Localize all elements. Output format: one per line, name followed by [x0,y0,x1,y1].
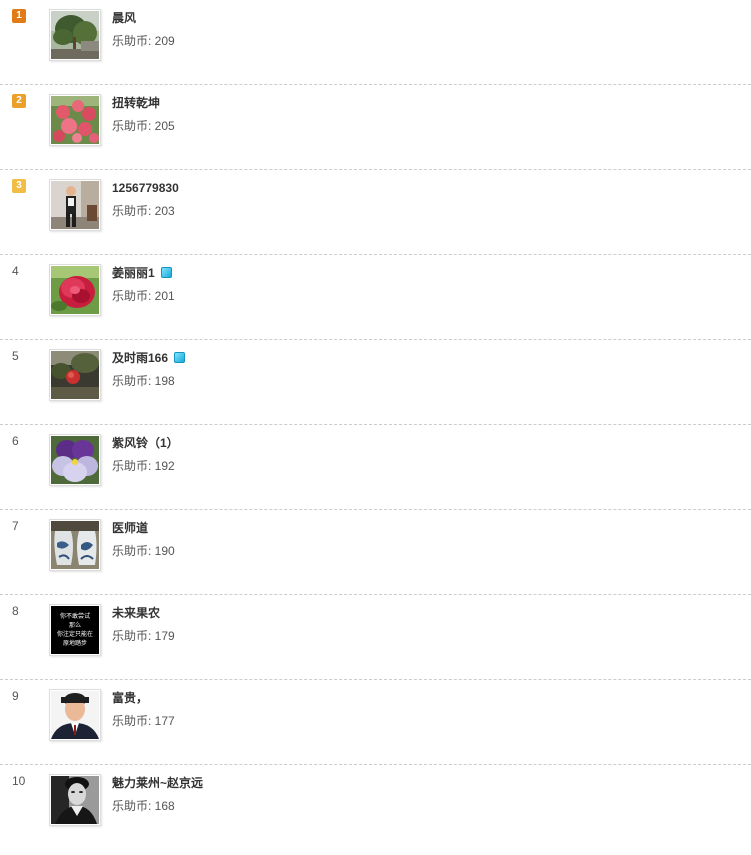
coin-value: 209 [154,34,175,48]
rank-number: 9 [12,689,19,703]
avatar-text-line: 你注定只能在 [56,631,93,638]
text-card-icon: 你不敢尝试 那么 你注定只能在 原地踏步 [51,606,99,654]
user-name: 紫风铃（1） [112,436,179,450]
avatar[interactable] [49,689,101,741]
list-item: 9 富贵， 乐助币: 177 [0,680,751,765]
coin-label: 乐助币: [112,289,155,303]
coin-count: 乐助币: 190 [112,543,175,559]
avatar[interactable] [49,179,101,231]
portrait-photo-icon [51,691,99,739]
coin-label: 乐助币: [112,714,155,728]
coin-value: 179 [154,629,175,643]
avatar[interactable] [49,774,101,826]
pansy-photo-icon [51,436,99,484]
coin-value: 201 [154,289,175,303]
user-name-link[interactable]: 紫风铃（1） [112,435,179,451]
user-name: 医师道 [112,521,149,535]
list-item: 3 1256779830 乐助币: 203 [0,170,751,255]
avatar-text-line: 那么 [68,622,81,629]
coin-count: 乐助币: 198 [112,373,175,389]
coin-count: 乐助币: 203 [112,203,175,219]
list-item: 4 姜丽丽1 乐助币: 201 [0,255,751,340]
user-name: 富贵， [112,691,149,705]
rank-badge: 1 [12,9,26,23]
user-name-link[interactable]: 医师道 [112,520,148,536]
user-name-link[interactable]: 魅力莱州~赵京远 [112,775,203,791]
list-item: 10 魅力莱州~赵京远 乐助币: 168 [0,765,751,850]
user-name-link[interactable]: 1256779830 [112,180,179,196]
list-item: 7 医师道 乐助币: 190 [0,510,751,595]
avatar[interactable] [49,264,101,316]
vases-photo-icon [51,521,99,569]
coin-count: 乐助币: 192 [112,458,175,474]
rank-number: 10 [12,774,26,788]
red-flower-photo-icon [51,266,99,314]
avatar-text-line: 原地踏步 [62,640,87,647]
coin-value: 177 [154,714,175,728]
user-name-link[interactable]: 姜丽丽1 [112,265,172,281]
coin-value: 190 [154,544,175,558]
tree-photo-icon [51,11,99,59]
list-item: 5 及时雨166 乐助币: 198 [0,340,751,425]
list-item: 1 晨风 乐助币: 209 [0,0,751,85]
avatar[interactable] [49,9,101,61]
coin-label: 乐助币: [112,629,155,643]
avatar[interactable] [49,94,101,146]
user-name: 及时雨166 [112,351,169,365]
coin-count: 乐助币: 177 [112,713,175,729]
list-item: 8 你不敢尝试 那么 你注定只能在 原地踏步 未来果农 乐助币: 179 [0,595,751,680]
avatar[interactable] [49,349,101,401]
coin-label: 乐助币: [112,204,155,218]
rank-number: 8 [12,604,19,618]
user-name-link[interactable]: 扭转乾坤 [112,95,160,111]
leaderboard-list: 1 晨风 乐助币: 209 2 扭转乾坤 乐助币: 205 3 12567798… [0,0,751,850]
coin-label: 乐助币: [112,544,155,558]
user-name-link[interactable]: 晨风 [112,10,136,26]
coin-value: 168 [154,799,175,813]
coin-value: 192 [154,459,175,473]
coin-value: 198 [154,374,175,388]
user-name-link[interactable]: 及时雨166 [112,350,186,366]
coin-count: 乐助币: 179 [112,628,175,644]
rank-badge: 3 [12,179,26,193]
rank-number: 7 [12,519,19,533]
avatar-text-line: 你不敢尝试 [59,613,90,620]
coin-value: 203 [154,204,175,218]
pomegranate-photo-icon [51,351,99,399]
peaches-photo-icon [51,96,99,144]
coin-count: 乐助币: 205 [112,118,175,134]
coin-label: 乐助币: [112,119,155,133]
avatar[interactable] [49,519,101,571]
coin-label: 乐助币: [112,374,155,388]
list-item: 2 扭转乾坤 乐助币: 205 [0,85,751,170]
vip-badge-icon [160,267,172,279]
man-photo-icon [51,181,99,229]
user-name-link[interactable]: 未来果农 [112,605,160,621]
coin-label: 乐助币: [112,34,155,48]
vip-badge-icon [174,352,186,364]
coin-count: 乐助币: 201 [112,288,175,304]
coin-count: 乐助币: 168 [112,798,175,814]
coin-label: 乐助币: [112,459,155,473]
user-name: 姜丽丽1 [112,266,155,280]
rank-badge: 2 [12,94,26,108]
user-name: 魅力莱州~赵京远 [112,776,204,790]
list-item: 6 紫风铃（1） 乐助币: 192 [0,425,751,510]
user-name: 未来果农 [112,606,161,620]
coin-count: 乐助币: 209 [112,33,175,49]
coin-value: 205 [154,119,175,133]
user-name: 晨风 [112,11,137,25]
rank-number: 5 [12,349,19,363]
avatar[interactable] [49,434,101,486]
coin-label: 乐助币: [112,799,155,813]
user-name: 扭转乾坤 [112,96,161,110]
bw-portrait-photo-icon [51,776,99,824]
rank-number: 4 [12,264,19,278]
user-name-link[interactable]: 富贵， [112,690,148,706]
user-name: 1256779830 [112,181,179,195]
rank-number: 6 [12,434,19,448]
avatar[interactable]: 你不敢尝试 那么 你注定只能在 原地踏步 [49,604,101,656]
